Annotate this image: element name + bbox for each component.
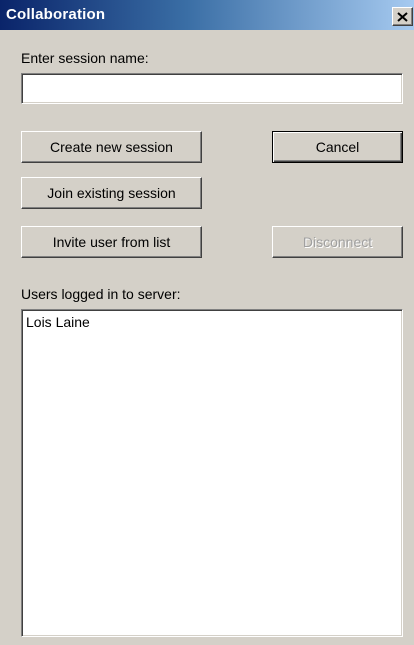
- close-icon: [397, 11, 408, 22]
- collaboration-dialog: Collaboration Enter session name: Create…: [0, 0, 414, 645]
- cancel-button[interactable]: Cancel: [272, 131, 403, 163]
- users-listbox[interactable]: Lois Laine: [21, 309, 403, 637]
- join-session-button[interactable]: Join existing session: [21, 177, 202, 209]
- session-name-label: Enter session name:: [21, 50, 149, 66]
- window-title: Collaboration: [6, 6, 106, 23]
- users-label: Users logged in to server:: [21, 286, 181, 302]
- create-session-button[interactable]: Create new session: [21, 131, 202, 163]
- close-button[interactable]: [392, 7, 413, 26]
- title-bar[interactable]: Collaboration: [0, 0, 414, 30]
- disconnect-button[interactable]: Disconnect: [272, 226, 403, 258]
- invite-user-button[interactable]: Invite user from list: [21, 226, 202, 258]
- list-item[interactable]: Lois Laine: [22, 310, 402, 332]
- session-name-input[interactable]: [21, 73, 403, 104]
